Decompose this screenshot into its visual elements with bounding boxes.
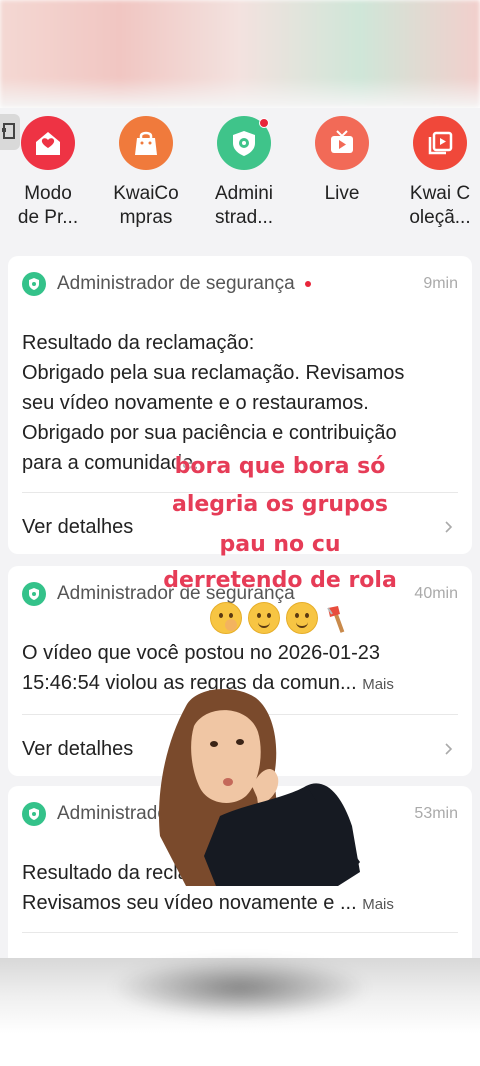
overlay-caption-line: alegria os grupos <box>171 492 389 517</box>
card-time: 9min <box>423 275 458 292</box>
app-shortcut-modo[interactable]: Modo de Pr... <box>0 116 96 230</box>
thinking-emoji <box>286 602 318 634</box>
overlay-caption-line: bora que bora só <box>174 454 386 479</box>
unread-badge <box>259 118 269 128</box>
divider <box>22 932 458 933</box>
app-label: KwaiCo mpras <box>113 183 179 228</box>
shopping-bag-icon <box>119 116 173 170</box>
app-shortcut-kwaicompras[interactable]: KwaiCo mpras <box>98 116 194 230</box>
app-shortcut-administrador[interactable]: Admini strad... <box>196 116 292 230</box>
overlay-caption-line: derretendo de rola <box>163 568 397 593</box>
emoji-row <box>210 602 350 636</box>
axe-emoji <box>327 606 345 633</box>
message-text: Revisamos seu vídeo novamente e <box>22 892 335 914</box>
message-line: O vídeo que você postou no 2026-01-23 <box>22 642 381 664</box>
home-shield-icon <box>21 116 75 170</box>
app-label: Kwai C oleçã... <box>409 183 471 228</box>
thinking-emoji <box>248 602 280 634</box>
app-shortcut-live[interactable]: Live <box>294 116 390 206</box>
card-time: 53min <box>414 805 458 822</box>
message-line: Resultado da reclamação: <box>22 332 255 354</box>
blurred-footer-background <box>0 958 480 1066</box>
girl-sticker-image <box>159 688 360 886</box>
app-shortcut-row: Modo de Pr... KwaiCo mpras Admini strad.… <box>0 116 480 246</box>
message-line: Obrigado por sua paciência e contribuiçã… <box>22 422 397 444</box>
card-time: 40min <box>414 585 458 602</box>
blurred-header-background <box>0 0 480 108</box>
shield-icon <box>22 582 46 606</box>
hand-over-mouth-emoji <box>210 602 242 634</box>
more-link[interactable]: Mais <box>362 676 394 693</box>
tv-icon <box>315 116 369 170</box>
shield-icon <box>22 802 46 826</box>
shield-icon <box>22 272 46 296</box>
message-line: Revisamos seu vídeo novamente e ... Mais <box>22 888 460 920</box>
chevron-right-icon <box>445 521 453 533</box>
app-label: Admini strad... <box>214 183 274 228</box>
card-header: Administrador de segurança 9min <box>22 272 458 296</box>
app-label: Live <box>324 183 360 204</box>
card-sender: Administrador de segurança <box>57 273 295 294</box>
shield-icon <box>217 116 271 170</box>
view-details-label: Ver detalhes <box>22 515 134 538</box>
video-collection-icon <box>413 116 467 170</box>
message-line: seu vídeo novamente e o restauramos. <box>22 392 369 414</box>
unread-dot <box>304 281 311 287</box>
message-line: Obrigado pela sua reclamação. Revisamos <box>22 362 405 384</box>
chevron-right-icon <box>445 743 453 755</box>
ellipsis: ... <box>334 892 363 914</box>
app-label: Modo de Pr... <box>17 183 79 228</box>
app-shortcut-kwai-colecao[interactable]: Kwai C oleçã... <box>392 116 480 230</box>
more-link[interactable]: Mais <box>362 896 394 913</box>
overlay-caption-line: pau no cu <box>219 532 341 557</box>
view-details-label: Ver detalhes <box>22 737 134 760</box>
